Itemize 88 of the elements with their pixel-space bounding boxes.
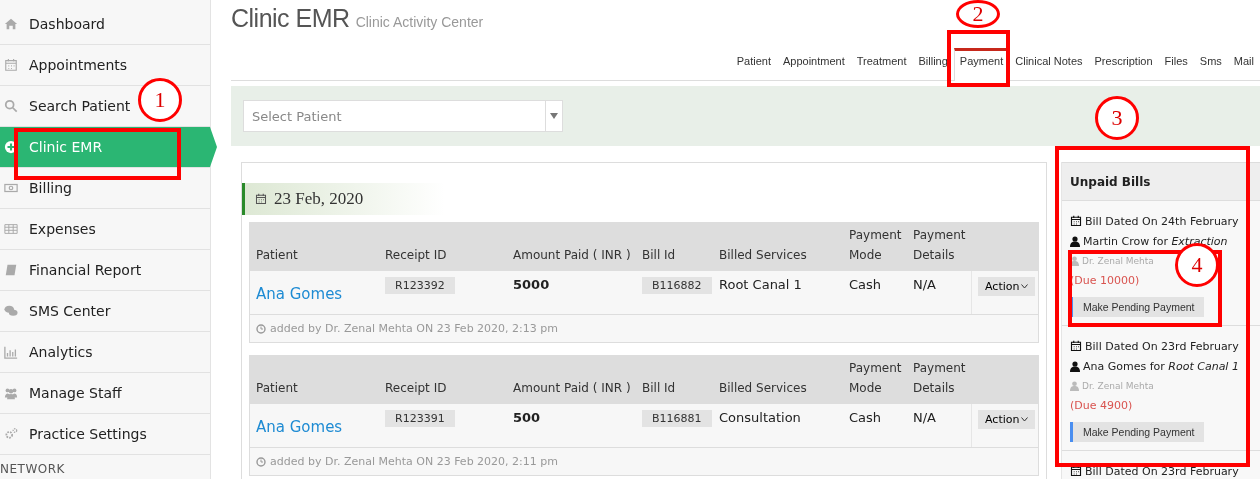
- column-header: Payment Details: [913, 227, 967, 264]
- tab[interactable]: Patient: [730, 48, 777, 80]
- dropdown-toggle[interactable]: [545, 100, 563, 132]
- services-cell: Root Canal 1: [719, 277, 802, 292]
- sidebar-section-label: NETWORK: [0, 461, 66, 476]
- panel-title: Unpaid Bills: [1070, 174, 1151, 189]
- banknote-icon: [4, 181, 18, 195]
- people-icon: [4, 386, 18, 400]
- calendar-icon: [1070, 215, 1082, 227]
- column-header: Bill Id: [642, 380, 676, 397]
- tab[interactable]: Files: [1158, 48, 1194, 80]
- chevron-icon: [1021, 417, 1029, 422]
- doctor-icon: [1070, 381, 1079, 391]
- details-cell: N/A: [913, 410, 936, 425]
- amount-cell: 500: [513, 410, 541, 425]
- caret-icon: [550, 113, 558, 119]
- bill-date: Bill Dated On 23rd February: [1085, 464, 1239, 478]
- sidebar-item[interactable]: Manage Staff: [0, 373, 210, 414]
- column-header: Amount Paid ( INR ): [513, 380, 631, 397]
- chat-icon: [4, 304, 18, 318]
- action-button[interactable]: Action: [978, 277, 1036, 296]
- calendar-icon: [1070, 465, 1082, 477]
- tab[interactable]: Clinical Notes: [1009, 48, 1089, 80]
- page-subtitle: Clinic Activity Center: [355, 14, 484, 30]
- mode-cell: Cash: [849, 277, 882, 292]
- clock-icon: [256, 323, 266, 334]
- doctor-name: Dr. Zenal Mehta: [1082, 256, 1154, 266]
- bill-id-tag: B116882: [642, 277, 712, 294]
- column-header: Amount Paid ( INR ): [513, 247, 631, 264]
- house-icon: [4, 17, 18, 31]
- clock-icon: [256, 456, 266, 467]
- sidebar-item[interactable]: Dashboard: [0, 4, 210, 45]
- tab[interactable]: Sms: [1193, 48, 1228, 80]
- receipt-id-tag: R123392: [385, 277, 455, 294]
- tab[interactable]: Prescription: [1088, 48, 1159, 80]
- tab[interactable]: Mail: [1227, 48, 1260, 80]
- column-header: Patient: [256, 380, 298, 397]
- tab[interactable]: Billing: [912, 48, 954, 80]
- added-by-note: added by Dr. Zenal Mehta ON 23 Feb 2020, 2:13 pm: [270, 322, 558, 335]
- make-payment-button[interactable]: Make Pending Payment: [1070, 297, 1205, 317]
- column-header: Receipt ID: [385, 247, 447, 264]
- chevron-icon: [1021, 284, 1029, 289]
- tab[interactable]: Appointment: [777, 48, 851, 80]
- sidebar-item[interactable]: Analytics: [0, 332, 210, 373]
- patient-link[interactable]: Ana Gomes: [256, 285, 343, 303]
- patient-select[interactable]: Select Patient: [243, 100, 545, 132]
- person-icon: [1070, 235, 1080, 247]
- sidebar-item[interactable]: Financial Report: [0, 250, 210, 291]
- bill-date: Bill Dated On 24th February: [1085, 214, 1239, 228]
- highlight-frame: [947, 30, 1010, 87]
- column-header: Payment Mode: [849, 227, 903, 264]
- sidebar-item[interactable]: SMS Center: [0, 291, 210, 332]
- calendar-icon: [1070, 340, 1082, 352]
- column-header: Bill Id: [642, 247, 676, 264]
- bill-patient: Ana Gomes for Root Canal 1: [1083, 359, 1239, 373]
- person-icon: [1070, 360, 1080, 372]
- details-cell: N/A: [913, 277, 936, 292]
- step-marker: 2: [956, 0, 1000, 28]
- make-payment-button[interactable]: Make Pending Payment: [1070, 422, 1205, 442]
- calendar-icon: [255, 193, 267, 205]
- mode-cell: Cash: [849, 410, 882, 425]
- patient-link[interactable]: Ana Gomes: [256, 418, 343, 436]
- services-cell: Consultation: [719, 410, 801, 425]
- page-title: Clinic EMR: [231, 4, 350, 33]
- bill-id-tag: B116881: [642, 410, 712, 427]
- doctor-name: Dr. Zenal Mehta: [1082, 381, 1154, 391]
- sidebar-item[interactable]: Billing: [0, 168, 210, 209]
- bill-date: Bill Dated On 23rd February: [1085, 339, 1239, 353]
- column-header: Billed Services: [719, 247, 807, 264]
- column-header: Payment Details: [913, 360, 967, 397]
- action-button[interactable]: Action: [978, 410, 1036, 429]
- added-by-note: added by Dr. Zenal Mehta ON 23 Feb 2020, 2:11 pm: [270, 455, 558, 468]
- column-header: Receipt ID: [385, 380, 447, 397]
- doctor-icon: [1070, 256, 1079, 266]
- search-icon: [4, 99, 18, 113]
- receipt-id-tag: R123391: [385, 410, 455, 427]
- amount-cell: 5000: [513, 277, 550, 292]
- column-header: Billed Services: [719, 380, 807, 397]
- calendar-icon: [4, 58, 18, 72]
- bars-icon: [4, 345, 18, 359]
- due-amount: (Due 4900): [1070, 398, 1134, 414]
- table-icon: [4, 222, 18, 236]
- column-header: Payment Mode: [849, 360, 903, 397]
- sidebar-item[interactable]: Practice Settings: [0, 414, 210, 455]
- date-label: 23 Feb, 2020: [274, 189, 364, 209]
- column-header: Patient: [256, 247, 298, 264]
- tab[interactable]: Treatment: [850, 48, 913, 80]
- sidebar-item[interactable]: Expenses: [0, 209, 210, 250]
